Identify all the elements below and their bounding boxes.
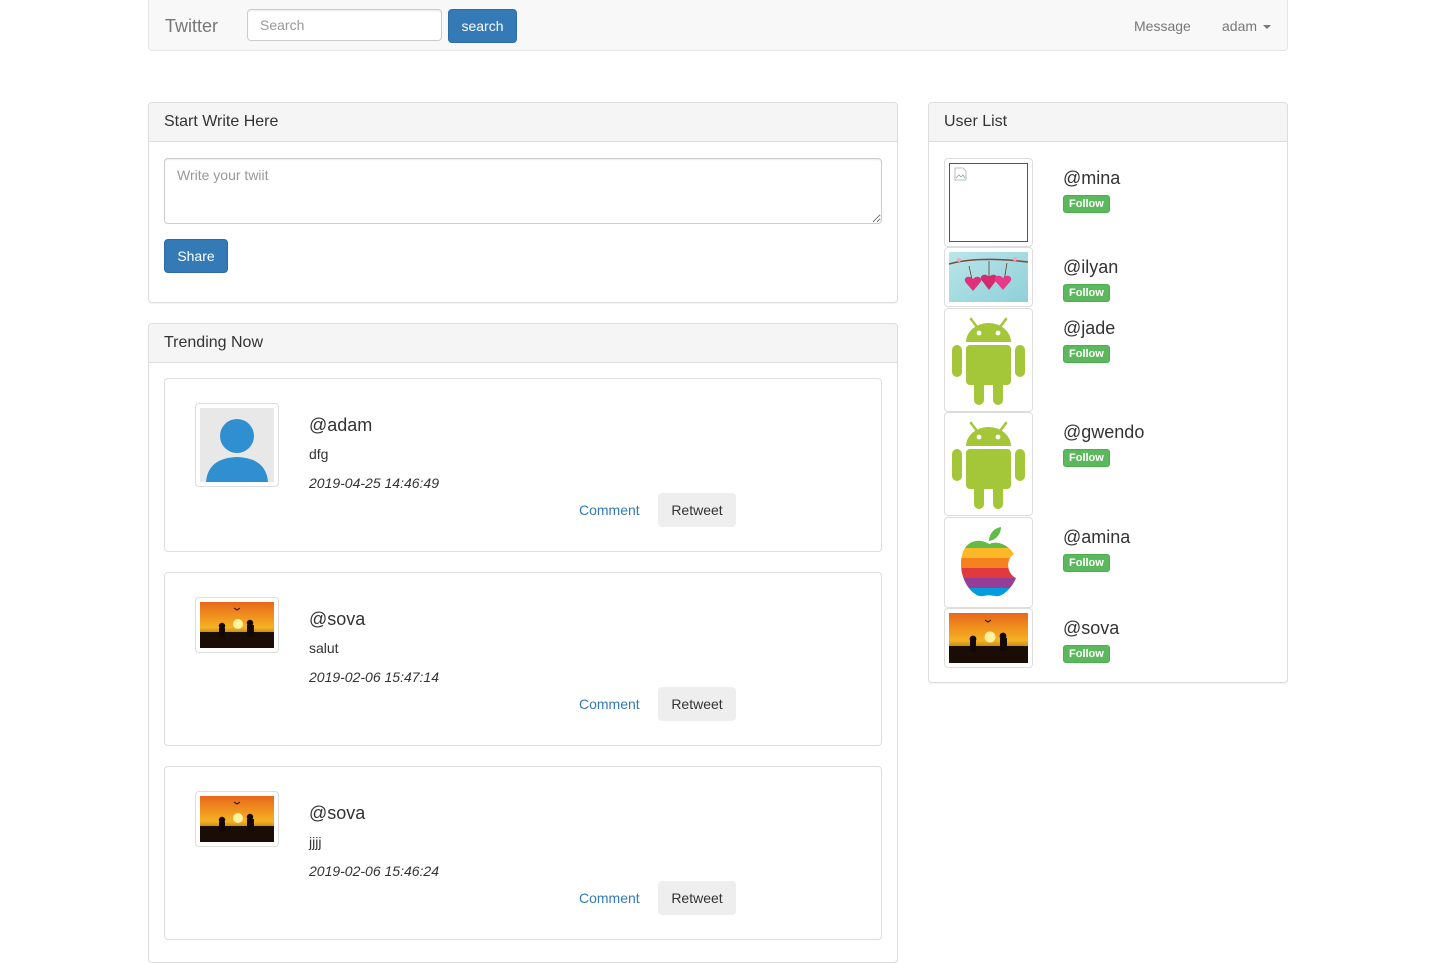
tweet-compose-textarea[interactable] [164, 158, 882, 224]
user-list-panel: User List @mina Follow @ilyan Follow @ja… [928, 102, 1288, 683]
tweet-text: salut [309, 640, 339, 656]
compose-panel: Start Write Here Share [148, 102, 898, 303]
sunset-couple-photo-icon [200, 602, 274, 648]
top-navbar: Twitter search Message adam [148, 0, 1288, 51]
tweet-card: @sova salut 2019-02-06 15:47:14 Comment … [164, 572, 882, 746]
tweet-timestamp: 2019-04-25 14:46:49 [309, 475, 439, 491]
android-logo-icon [952, 421, 1025, 509]
follow-button[interactable]: Follow [1063, 645, 1110, 663]
comment-link[interactable]: Comment [579, 696, 640, 712]
rainbow-apple-logo-icon [961, 527, 1016, 597]
share-button[interactable]: Share [164, 239, 228, 273]
user-avatar [944, 247, 1033, 307]
user-avatar [944, 308, 1033, 412]
comment-link[interactable]: Comment [579, 890, 640, 906]
user-list-username[interactable]: @amina [1063, 527, 1130, 548]
tweet-username[interactable]: @sova [309, 609, 365, 630]
broken-image-icon [949, 163, 1028, 242]
tweet-timestamp: 2019-02-06 15:47:14 [309, 669, 439, 685]
tweet-username[interactable]: @adam [309, 415, 372, 436]
caret-down-icon [1263, 25, 1272, 30]
brand-link[interactable]: Twitter [165, 16, 218, 37]
user-avatar [944, 412, 1033, 516]
tweet-text: dfg [309, 446, 329, 462]
trending-panel-heading: Trending Now [149, 324, 897, 363]
message-link[interactable]: Message [1134, 18, 1191, 34]
compose-panel-heading: Start Write Here [149, 103, 897, 142]
user-avatar [944, 158, 1033, 247]
tweet-text: jjjj [309, 834, 322, 850]
default-user-avatar-icon [200, 408, 274, 482]
follow-button[interactable]: Follow [1063, 345, 1110, 363]
user-list-username[interactable]: @mina [1063, 168, 1120, 189]
follow-button[interactable]: Follow [1063, 195, 1110, 213]
search-button[interactable]: search [448, 9, 517, 43]
trending-panel: Trending Now @adam dfg 2019-04-25 14:46:… [148, 323, 898, 963]
user-list-panel-heading: User List [929, 103, 1287, 142]
retweet-button[interactable]: Retweet [658, 687, 736, 721]
tweet-username[interactable]: @sova [309, 803, 365, 824]
tweet-timestamp: 2019-02-06 15:46:24 [309, 863, 439, 879]
sunset-couple-photo-icon [200, 796, 274, 842]
tweet-avatar [195, 597, 279, 653]
follow-button[interactable]: Follow [1063, 284, 1110, 302]
user-menu-label: adam [1222, 18, 1258, 34]
user-list-username[interactable]: @gwendo [1063, 422, 1144, 443]
tweet-avatar [195, 791, 279, 847]
follow-button[interactable]: Follow [1063, 449, 1110, 467]
pink-hearts-photo-icon [949, 252, 1028, 302]
retweet-button[interactable]: Retweet [658, 493, 736, 527]
android-logo-icon [952, 317, 1025, 405]
tweet-card: @adam dfg 2019-04-25 14:46:49 Comment Re… [164, 378, 882, 552]
user-menu-dropdown[interactable]: adam [1222, 18, 1272, 34]
user-list-username[interactable]: @jade [1063, 318, 1115, 339]
user-list-username[interactable]: @ilyan [1063, 257, 1118, 278]
user-avatar [944, 608, 1033, 668]
user-list-username[interactable]: @sova [1063, 618, 1119, 639]
tweet-card: @sova jjjj 2019-02-06 15:46:24 Comment R… [164, 766, 882, 940]
tweet-avatar [195, 403, 279, 487]
comment-link[interactable]: Comment [579, 502, 640, 518]
search-input[interactable] [247, 9, 442, 41]
user-avatar [944, 517, 1033, 608]
retweet-button[interactable]: Retweet [658, 881, 736, 915]
follow-button[interactable]: Follow [1063, 554, 1110, 572]
sunset-couple-photo-icon [949, 613, 1028, 663]
